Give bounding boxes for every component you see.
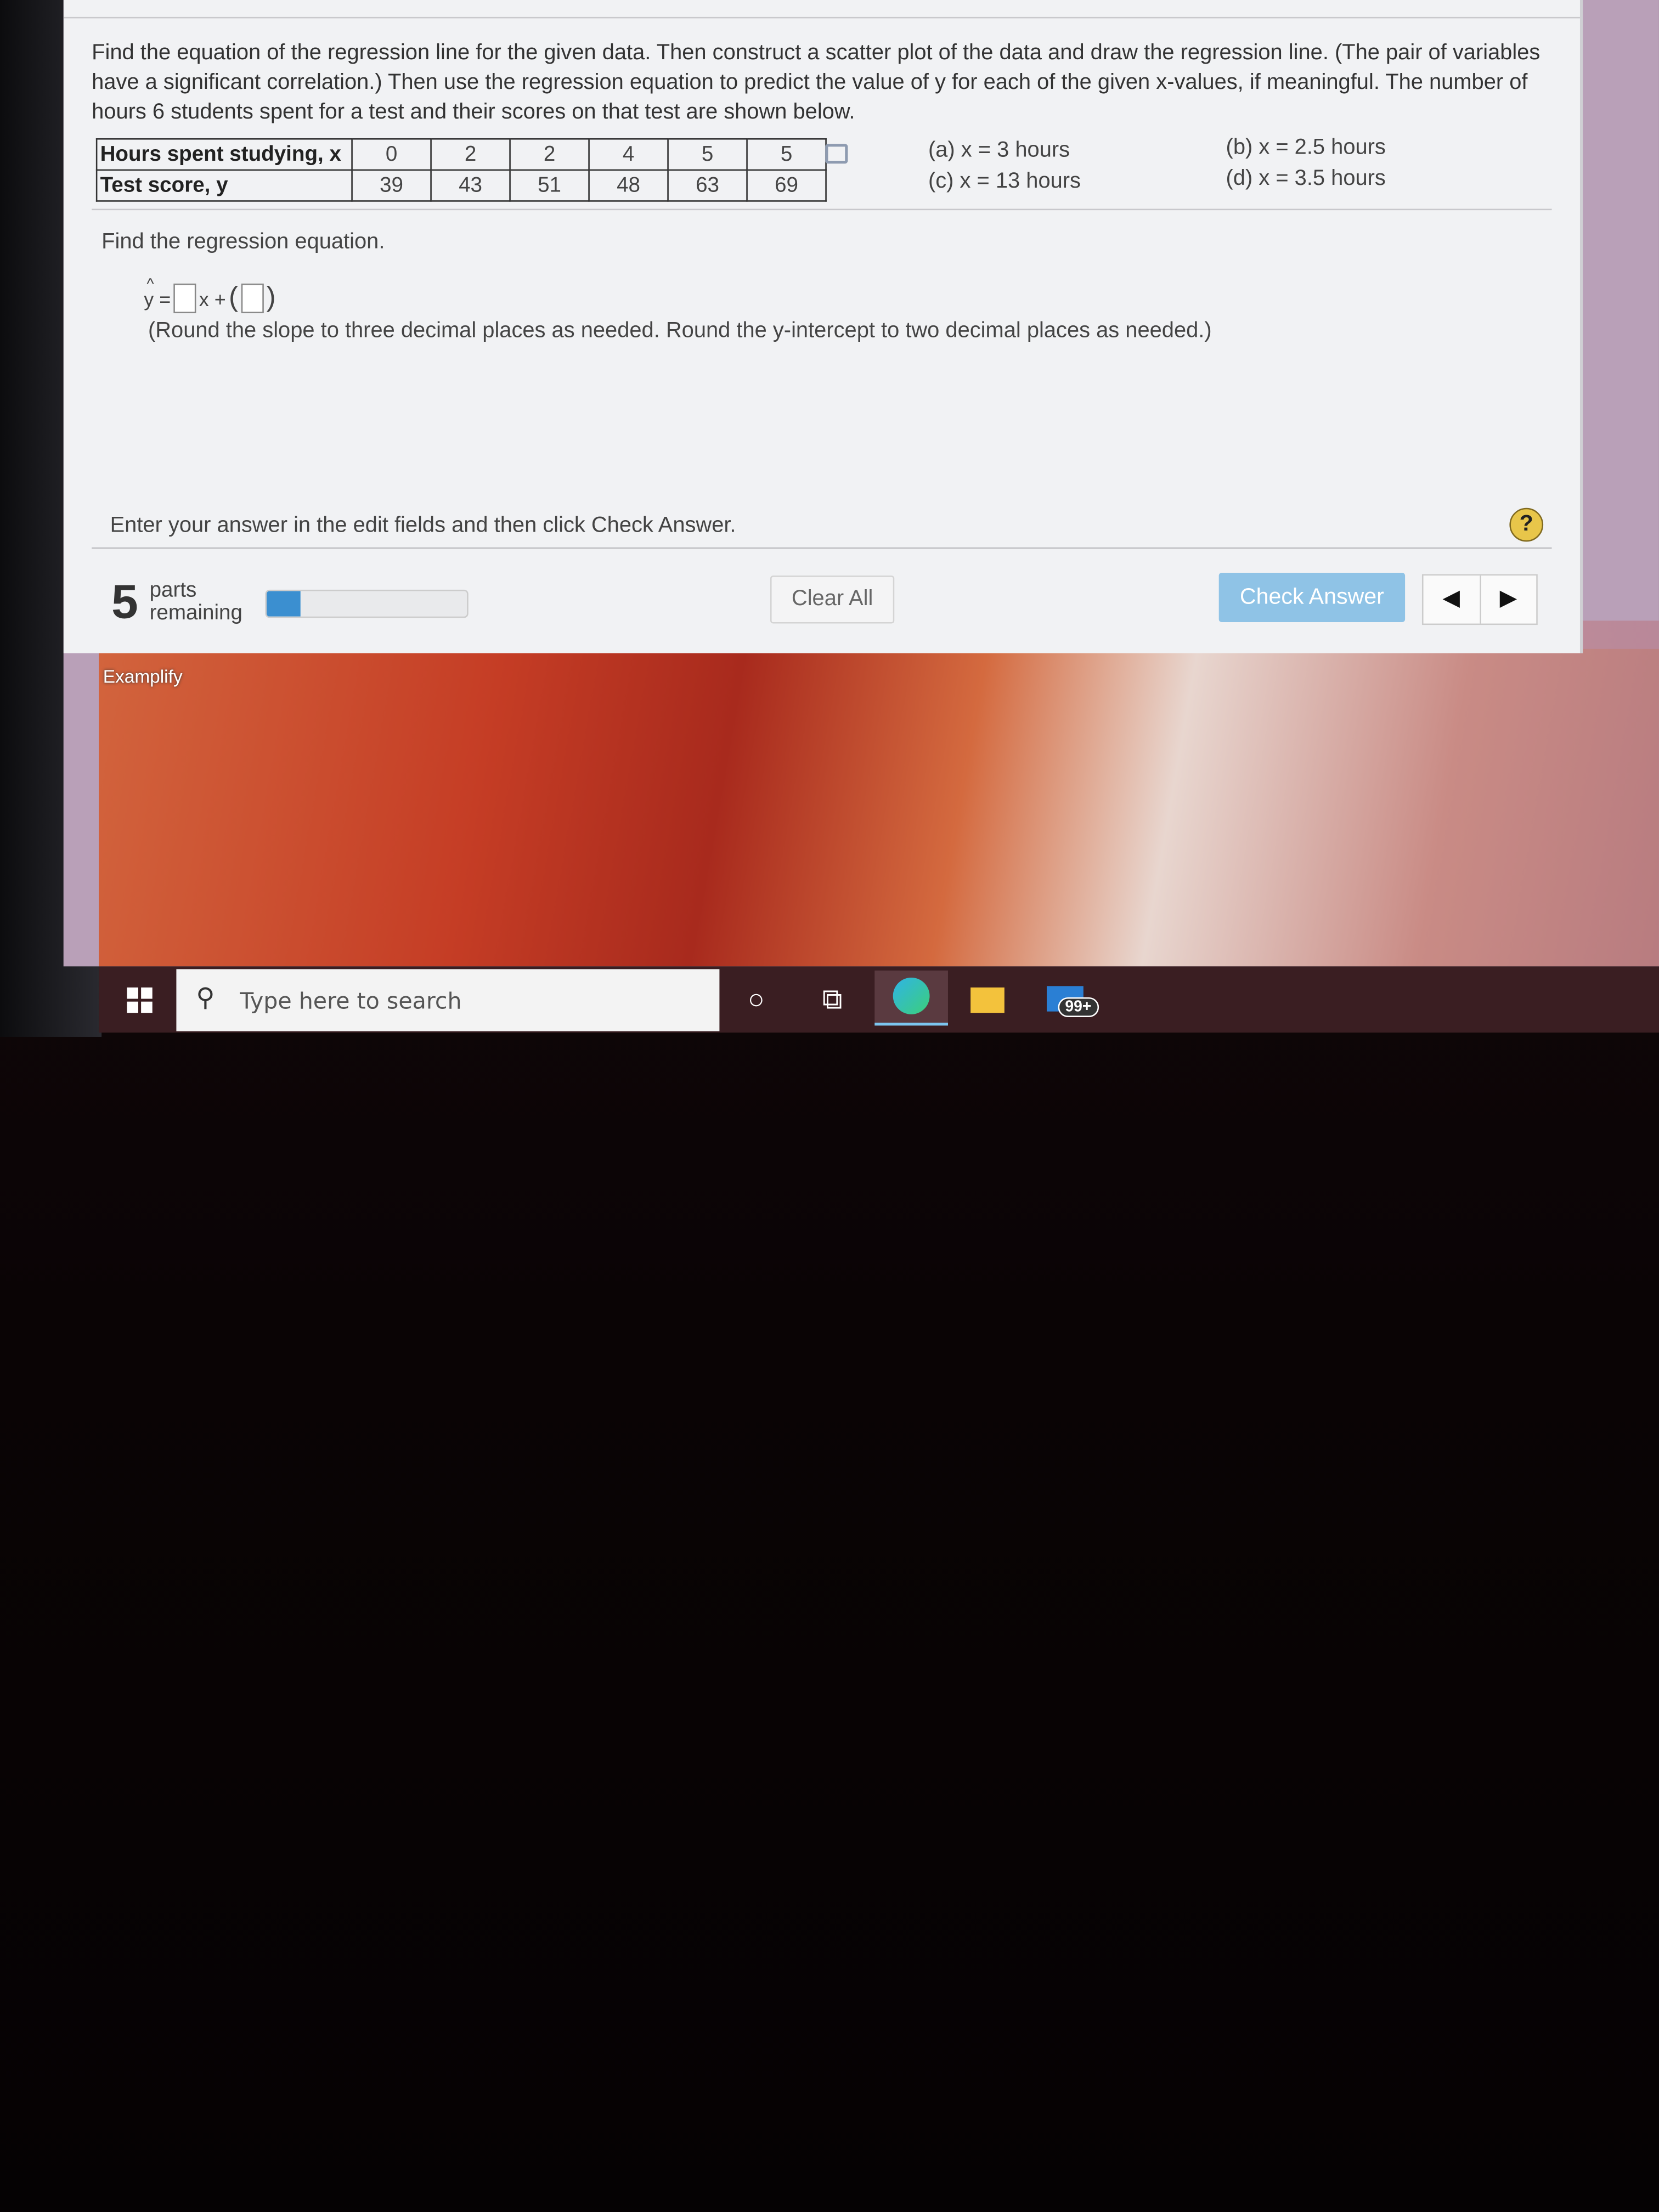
table-row: Hours spent studying, x 0 2 2 4 5 5 bbox=[95, 138, 827, 171]
table-cell: 63 bbox=[667, 169, 748, 202]
progress-fill bbox=[266, 591, 301, 617]
remaining-label: remaining bbox=[149, 601, 242, 625]
question-text: Find the equation of the regression line… bbox=[92, 41, 1541, 125]
file-explorer-icon[interactable] bbox=[960, 978, 1016, 1023]
check-answer-button[interactable]: Check Answer bbox=[1218, 572, 1406, 622]
close-paren: ) bbox=[266, 282, 276, 313]
part-d: (d) x = 3.5 hours bbox=[1226, 166, 1386, 191]
keyboard bbox=[99, 1072, 1659, 2059]
row-header: Test score, y bbox=[95, 169, 353, 202]
question-window: Find the equation of the regression line… bbox=[63, 0, 1583, 653]
data-table: Hours spent studying, x 0 2 2 4 5 5 Test… bbox=[95, 138, 827, 202]
part-a: (a) x = 3 hours bbox=[928, 138, 1070, 162]
table-cell: 69 bbox=[746, 169, 827, 202]
table-cell: 4 bbox=[588, 138, 669, 171]
part-b: (b) x = 2.5 hours bbox=[1226, 135, 1386, 160]
screen: Find the equation of the regression line… bbox=[63, 0, 1659, 967]
parts-remaining-label: parts remaining bbox=[149, 578, 242, 625]
table-cell: 51 bbox=[509, 169, 590, 202]
copy-data-icon[interactable] bbox=[825, 144, 848, 164]
search-placeholder: Type here to search bbox=[240, 987, 462, 1014]
answer-prompt: Find the regression equation. bbox=[101, 230, 385, 254]
previous-button[interactable]: ◀ bbox=[1424, 575, 1480, 623]
table-cell: 5 bbox=[746, 138, 827, 171]
rounding-hint: (Round the slope to three decimal places… bbox=[148, 319, 1212, 343]
table-cell: 2 bbox=[430, 138, 511, 171]
desktop-shortcut-examplify[interactable]: Examplify bbox=[103, 666, 183, 687]
table-cell: 43 bbox=[430, 169, 511, 202]
instruction-text: Enter your answer in the edit fields and… bbox=[110, 513, 736, 538]
wallpaper bbox=[98, 648, 1659, 967]
photo-frame: Find the equation of the regression line… bbox=[0, 0, 1659, 2212]
parts-count: 5 bbox=[111, 575, 138, 629]
table-row: Test score, y 39 43 51 48 63 69 bbox=[95, 169, 827, 202]
intercept-input[interactable] bbox=[241, 283, 264, 313]
equation-mid: x + bbox=[199, 287, 226, 310]
row-header: Hours spent studying, x bbox=[95, 138, 353, 171]
slope-input[interactable] bbox=[173, 283, 196, 313]
divider bbox=[63, 16, 1580, 19]
table-cell: 0 bbox=[351, 138, 432, 171]
question-nav: ◀ ▶ bbox=[1421, 574, 1538, 625]
table-cell: 5 bbox=[667, 138, 748, 171]
mail-badge: 99+ bbox=[1058, 997, 1099, 1017]
taskbar: ⚲ Type here to search ○ ⧉ 99+ bbox=[98, 966, 1659, 1033]
search-icon: ⚲ bbox=[196, 983, 215, 1012]
divider bbox=[92, 208, 1552, 211]
equation-lhs: y = bbox=[144, 287, 171, 310]
cortana-icon[interactable]: ○ bbox=[728, 978, 785, 1023]
table-cell: 39 bbox=[351, 169, 432, 202]
windows-start-icon[interactable] bbox=[127, 987, 153, 1013]
table-cell: 2 bbox=[509, 138, 590, 171]
clear-all-button[interactable]: Clear All bbox=[770, 575, 895, 624]
part-c: (c) x = 13 hours bbox=[928, 169, 1081, 194]
edge-browser-icon[interactable] bbox=[874, 970, 948, 1026]
regression-equation: y = x + ( ) bbox=[144, 282, 276, 314]
table-cell: 48 bbox=[588, 169, 669, 202]
parts-label: parts bbox=[149, 578, 197, 602]
divider bbox=[92, 547, 1552, 549]
task-view-icon[interactable]: ⧉ bbox=[804, 978, 861, 1023]
help-button[interactable]: ? bbox=[1509, 507, 1544, 542]
open-paren: ( bbox=[228, 282, 239, 313]
next-button[interactable]: ▶ bbox=[1479, 575, 1536, 624]
taskbar-search-box[interactable]: ⚲ Type here to search bbox=[176, 969, 720, 1031]
progress-bar bbox=[265, 589, 469, 618]
